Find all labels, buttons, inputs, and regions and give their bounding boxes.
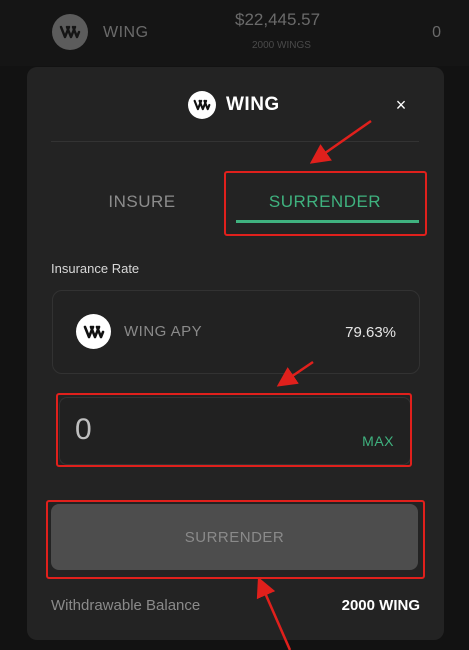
wing-logo-icon bbox=[52, 14, 88, 50]
amount-field: MAX bbox=[59, 397, 411, 465]
header-divider bbox=[51, 141, 419, 142]
active-tab-indicator bbox=[236, 220, 419, 223]
rate-name: WING APY bbox=[124, 323, 203, 340]
insurance-rate-label: Insurance Rate bbox=[51, 261, 140, 276]
close-button[interactable]: × bbox=[389, 93, 413, 117]
close-icon: × bbox=[395, 94, 407, 115]
surrender-modal: WING × INSURE SURRENDER Insurance Rate W… bbox=[27, 67, 444, 640]
tab-insure[interactable]: INSURE bbox=[67, 177, 217, 227]
modal-header: WING × bbox=[27, 87, 444, 123]
background-token-name: WING bbox=[103, 24, 149, 41]
rate-value: 79.63% bbox=[345, 324, 396, 341]
withdrawable-balance-value: 2000 WING bbox=[341, 597, 420, 614]
max-button[interactable]: MAX bbox=[362, 433, 394, 449]
background-token-sub: 2000 WINGS bbox=[252, 40, 311, 51]
background-token-amount: $22,445.57 bbox=[235, 10, 321, 29]
surrender-button[interactable]: SURRENDER bbox=[51, 504, 418, 570]
withdrawable-balance-label: Withdrawable Balance bbox=[51, 597, 201, 614]
insurance-rate-card: WING APY 79.63% bbox=[52, 290, 420, 374]
background-token-row: WING $22,445.57 2000 WINGS 0 bbox=[0, 0, 469, 66]
wing-logo-icon bbox=[76, 314, 111, 349]
amount-input[interactable] bbox=[75, 410, 335, 450]
modal-title: WING bbox=[226, 94, 280, 115]
background-token-count: 0 bbox=[432, 24, 441, 41]
wing-logo-icon bbox=[188, 91, 216, 119]
